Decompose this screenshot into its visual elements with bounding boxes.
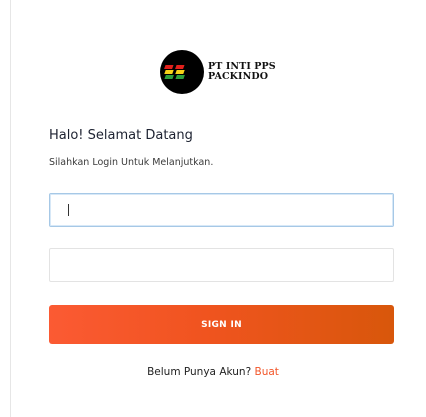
text-caret	[68, 204, 69, 216]
brand-name: PT INTI PPS PACKINDO	[208, 62, 276, 82]
brand-logo: PT INTI PPS PACKINDO	[160, 50, 276, 94]
packindo-logo-icon	[160, 50, 204, 94]
username-input[interactable]	[49, 193, 394, 227]
password-input[interactable]	[49, 248, 394, 282]
brand-name-line2: PACKINDO	[208, 71, 269, 82]
left-divider	[10, 0, 11, 417]
welcome-subtitle: Silahkan Login Untuk Melanjutkan.	[49, 157, 214, 168]
signup-prompt-text: Belum Punya Akun?	[147, 366, 252, 378]
signup-prompt-line: Belum Punya Akun? Buat	[0, 366, 426, 378]
sign-in-button[interactable]: SIGN IN	[49, 305, 394, 344]
login-page: PT INTI PPS PACKINDO Halo! Selamat Datan…	[0, 0, 426, 417]
welcome-title: Halo! Selamat Datang	[49, 128, 193, 143]
create-account-link[interactable]: Buat	[255, 366, 279, 378]
